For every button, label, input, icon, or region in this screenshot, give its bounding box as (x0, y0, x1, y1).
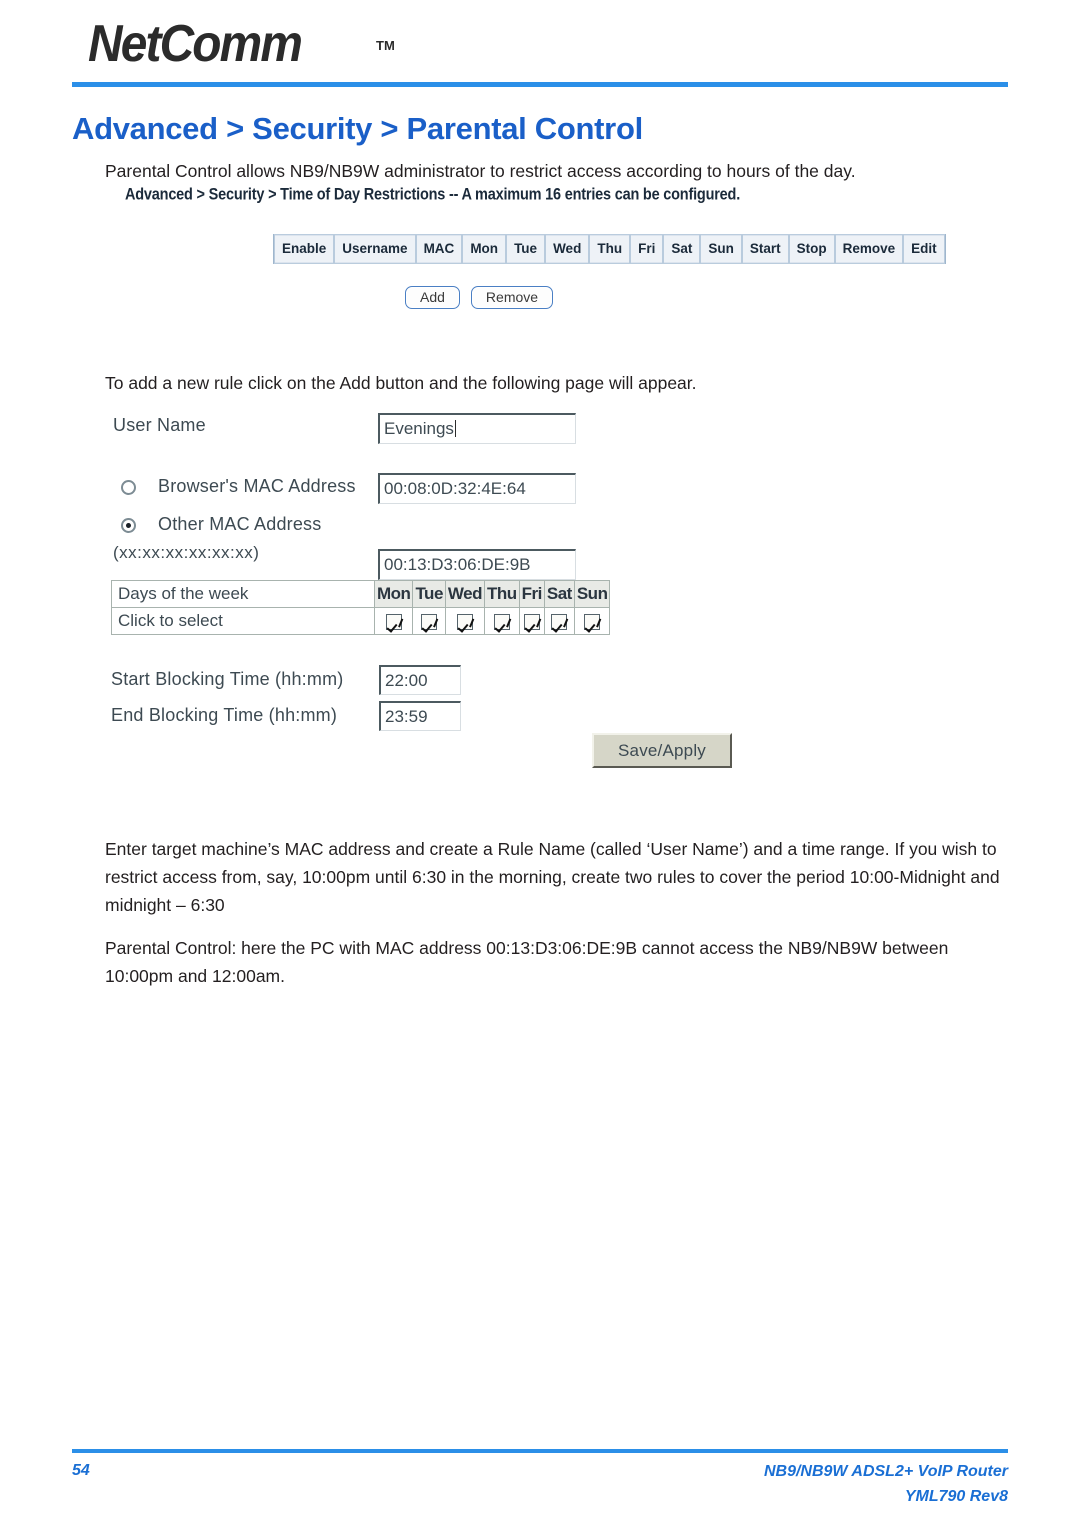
other-mac-radio[interactable] (121, 518, 136, 533)
browser-mac-radio[interactable] (121, 480, 136, 495)
column-header-wed: Wed (545, 234, 590, 264)
day-cell-thu[interactable] (483, 607, 520, 635)
checkbox-sun[interactable] (584, 613, 601, 630)
days-of-week-label: Days of the week (111, 580, 375, 608)
explanation-paragraph: Enter target machine’s MAC address and c… (105, 838, 1000, 915)
column-header-enable: Enable (274, 234, 335, 264)
day-cell-wed[interactable] (444, 607, 485, 635)
add-button[interactable]: Add (405, 286, 460, 309)
other-mac-input[interactable]: 00:13:D3:06:DE:9B (378, 549, 576, 580)
save-apply-button[interactable]: Save/Apply (592, 733, 732, 768)
username-value: Evenings (384, 419, 454, 438)
manual-page: NetComm TM Advanced > Security > Parenta… (0, 0, 1080, 1532)
day-header-fri: Fri (518, 580, 545, 608)
product-name: NB9/NB9W ADSL2+ VoIP Router (763, 1463, 1008, 1480)
mac-format-hint: (xx:xx:xx:xx:xx:xx) (113, 543, 260, 562)
day-header-mon: Mon (373, 580, 414, 608)
checkbox-mon[interactable] (385, 613, 402, 630)
day-header-thu: Thu (483, 580, 520, 608)
column-header-sun: Sun (700, 234, 742, 264)
footer-product-info: NB9/NB9W ADSL2+ VoIP Router YML790 Rev8 (764, 1459, 1008, 1509)
end-time-input[interactable]: 23:59 (379, 701, 461, 731)
time-of-day-restrictions-screenshot: Advanced > Security > Time of Day Restri… (105, 186, 946, 321)
end-time-row: End Blocking Time (hh:mm) 23:59 (111, 701, 731, 737)
column-header-mac: MAC (415, 234, 463, 264)
page-number: 54 (72, 1462, 90, 1479)
day-cell-fri[interactable] (518, 607, 545, 635)
browser-mac-label: Browser's MAC Address (158, 476, 356, 496)
add-rule-form-screenshot: User Name Evenings Browser's MAC Address… (105, 405, 805, 795)
browser-mac-row[interactable]: Browser's MAC Address 00:08:0D:32:4E:64 (113, 473, 733, 511)
summary-paragraph: Parental Control: here the PC with MAC a… (105, 937, 949, 986)
add-rule-paragraph: To add a new rule click on the Add butto… (105, 372, 697, 393)
username-row: User Name Evenings (113, 413, 713, 445)
day-header-sun: Sun (573, 580, 611, 608)
checkbox-thu[interactable] (493, 613, 510, 630)
column-header-start: Start (741, 234, 789, 264)
remove-button[interactable]: Remove (470, 286, 554, 309)
column-header-stop: Stop (788, 234, 835, 264)
day-cell-sun[interactable] (573, 607, 611, 635)
column-header-username: Username (334, 234, 416, 264)
checkbox-fri[interactable] (523, 613, 540, 630)
tod-rules-table: Enable Username MAC Mon Tue Wed Thu Fri … (273, 234, 946, 264)
checkbox-wed[interactable] (456, 613, 473, 630)
username-label: User Name (113, 415, 206, 435)
days-header-row: Days of the week Mon Tue Wed Thu Fri Sat… (111, 580, 611, 608)
click-to-select-label: Click to select (111, 607, 375, 635)
column-header-edit: Edit (903, 234, 945, 264)
end-time-label: End Blocking Time (hh:mm) (111, 705, 338, 725)
blocking-time-group: Start Blocking Time (hh:mm) 22:00 End Bl… (111, 665, 731, 737)
day-header-wed: Wed (444, 580, 485, 608)
day-header-tue: Tue (412, 580, 446, 608)
browser-mac-input[interactable]: 00:08:0D:32:4E:64 (378, 473, 576, 504)
page-title: Advanced > Security > Parental Control (72, 110, 643, 146)
day-cell-mon[interactable] (373, 607, 414, 635)
start-time-label: Start Blocking Time (hh:mm) (111, 669, 344, 689)
tod-caption: Advanced > Security > Time of Day Restri… (125, 186, 741, 204)
days-of-week-table: Days of the week Mon Tue Wed Thu Fri Sat… (111, 580, 611, 635)
netcomm-logo: NetComm TM (88, 15, 395, 76)
day-cell-sat[interactable] (543, 607, 575, 635)
start-time-input[interactable]: 22:00 (379, 665, 461, 695)
footer-divider (72, 1449, 1008, 1453)
column-header-tue: Tue (506, 234, 546, 264)
intro-paragraph: Parental Control allows NB9/NB9W adminis… (105, 160, 856, 181)
column-header-fri: Fri (630, 234, 664, 264)
day-cell-tue[interactable] (412, 607, 446, 635)
header-divider (72, 82, 1008, 87)
checkbox-sat[interactable] (551, 613, 568, 630)
column-header-sat: Sat (663, 234, 701, 264)
other-mac-label: Other MAC Address (158, 514, 322, 534)
column-header-remove: Remove (834, 234, 904, 264)
text-caret (454, 420, 456, 437)
column-header-mon: Mon (462, 234, 507, 264)
username-input[interactable]: Evenings (378, 413, 576, 444)
trademark-symbol: TM (376, 38, 395, 53)
document-code: YML790 Rev8 (904, 1488, 1008, 1505)
column-header-thu: Thu (589, 234, 631, 264)
checkbox-tue[interactable] (421, 613, 438, 630)
tod-button-row: Add Remove (405, 286, 554, 309)
mac-source-group: Browser's MAC Address 00:08:0D:32:4E:64 … (113, 473, 733, 580)
table-header-row: Enable Username MAC Mon Tue Wed Thu Fri … (274, 234, 945, 264)
start-time-row: Start Blocking Time (hh:mm) 22:00 (111, 665, 731, 701)
days-select-row: Click to select (111, 607, 611, 635)
logo-wordmark: NetComm (88, 15, 303, 73)
day-header-sat: Sat (543, 580, 575, 608)
